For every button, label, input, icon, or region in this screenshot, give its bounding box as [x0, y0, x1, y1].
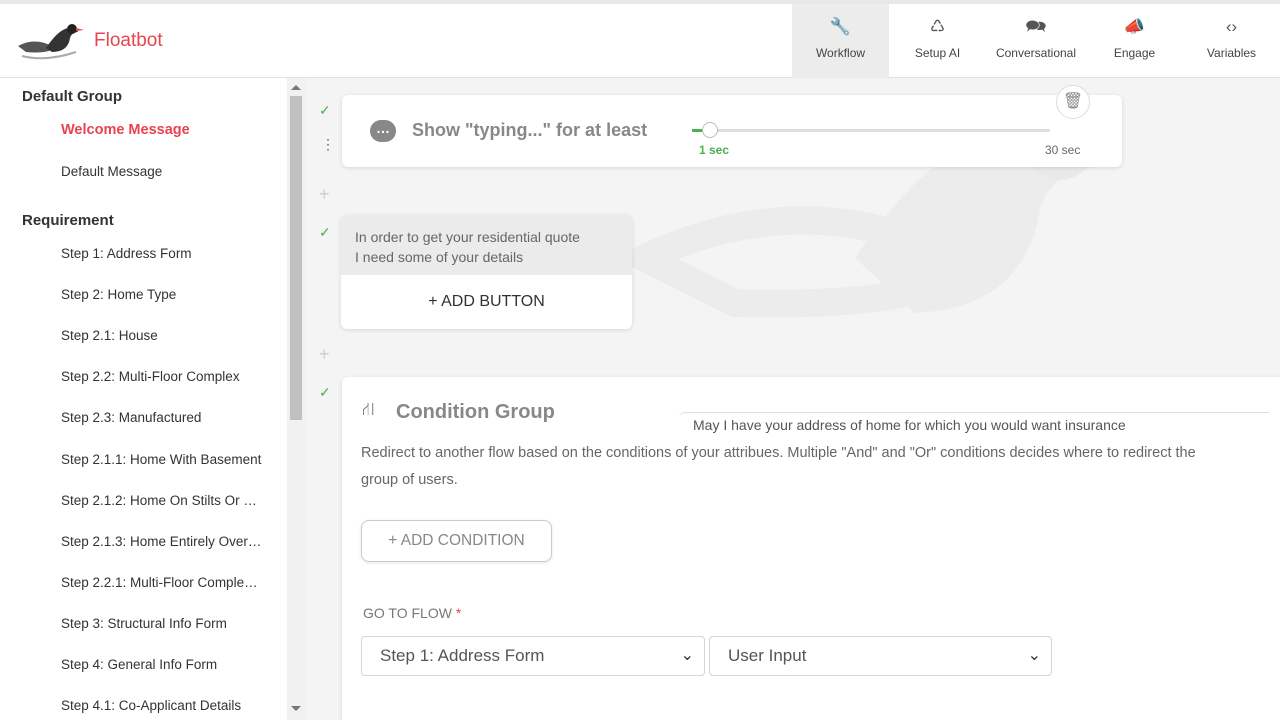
nav-label: Variables — [1206, 46, 1257, 60]
message-text[interactable]: In order to get your residential quote I… — [341, 215, 632, 275]
check-icon: ✓ — [319, 224, 331, 240]
sidebar-item[interactable]: Step 2: Home Type — [61, 287, 176, 302]
sidebar-item[interactable]: Step 2.1.1: Home With Basement — [61, 452, 261, 467]
nav-label: Setup AI — [914, 46, 961, 60]
flow-select[interactable]: Step 1: Address Form ⌄ — [361, 636, 705, 676]
code-icon: ‹› — [1225, 17, 1238, 36]
typing-dots-icon: … — [370, 120, 396, 142]
workflow-canvas: Floatbot R ✓ ⋮ + ✓ + ✓ … Show "typing...… — [305, 78, 1280, 720]
sidebar-item[interactable]: Step 2.2.1: Multi-Floor Comple… — [61, 575, 258, 590]
chevron-down-icon: ⌄ — [680, 647, 694, 664]
sidebar-item[interactable]: Step 2.3: Manufactured — [61, 410, 201, 425]
wrench-icon: 🔧 — [829, 17, 852, 36]
add-condition-button[interactable]: + ADD CONDITION — [361, 520, 552, 562]
input-select[interactable]: User Input ⌄ — [709, 636, 1052, 676]
scroll-down-arrow-icon[interactable] — [291, 706, 301, 711]
next-message-card[interactable]: May I have your address of home for whic… — [679, 412, 1269, 438]
chevron-down-icon: ⌄ — [1027, 647, 1041, 664]
flow-sidebar: Default Group Welcome Message Default Me… — [0, 78, 287, 720]
nav-conversational[interactable]: 🗪 Conversational — [986, 4, 1086, 78]
floatbot-logo[interactable] — [16, 18, 86, 62]
sidebar-item[interactable]: Step 2.1.2: Home On Stilts Or … — [61, 493, 257, 508]
nav-label: Engage — [1113, 46, 1156, 60]
nav-setup-ai[interactable]: ♺ Setup AI — [889, 4, 986, 78]
message-line: In order to get your residential quote — [355, 229, 580, 245]
go-to-flow-text: GO TO FLOW — [363, 605, 452, 621]
condition-description: Redirect to another flow based on the co… — [361, 445, 1196, 461]
flow-select-value: Step 1: Address Form — [380, 646, 545, 665]
nav-workflow[interactable]: 🔧 Workflow — [792, 4, 889, 78]
add-button[interactable]: + ADD BUTTON — [341, 275, 632, 329]
branch-icon: ⛙ — [362, 399, 375, 419]
add-step-plus-icon[interactable]: + — [319, 184, 330, 205]
scroll-up-arrow-icon[interactable] — [291, 85, 301, 90]
chat-icon: 🗪 — [1025, 17, 1047, 36]
sidebar-item[interactable]: Step 1: Address Form — [61, 246, 192, 261]
condition-description: group of users. — [361, 472, 458, 488]
sidebar-item[interactable]: Step 2.2: Multi-Floor Complex — [61, 369, 240, 384]
condition-title: Condition Group — [396, 401, 555, 423]
typing-label: Show "typing..." for at least — [412, 120, 648, 140]
message-line: I need some of your details — [355, 249, 524, 265]
required-mark: * — [455, 605, 462, 621]
add-step-plus-icon[interactable]: + — [319, 344, 330, 365]
sidebar-item[interactable]: Step 2.1: House — [61, 328, 158, 343]
megaphone-icon: 📣 — [1123, 17, 1146, 36]
main-nav: 🔧 Workflow ♺ Setup AI 🗪 Conversational 📣… — [792, 4, 1280, 78]
sidebar-item-default-message[interactable]: Default Message — [61, 164, 162, 179]
sidebar-scrollbar[interactable] — [287, 78, 305, 720]
check-icon: ✓ — [319, 102, 331, 118]
nav-engage[interactable]: 📣 Engage — [1086, 4, 1183, 78]
sidebar-item[interactable]: Step 4.1: Co-Applicant Details — [61, 698, 241, 713]
slider-max-label: 30 sec — [1045, 143, 1081, 157]
message-card: In order to get your residential quote I… — [341, 215, 632, 329]
brain-icon: ♺ — [929, 17, 946, 36]
slider-min-label: 1 sec — [699, 143, 730, 157]
check-icon: ✓ — [319, 384, 331, 400]
scroll-thumb[interactable] — [290, 96, 302, 420]
drag-handle-icon[interactable]: ⋮ — [321, 136, 335, 153]
sidebar-item-welcome-message[interactable]: Welcome Message — [61, 122, 190, 138]
app-header: Floatbot 🔧 Workflow ♺ Setup AI 🗪 Convers… — [0, 0, 1280, 78]
input-select-value: User Input — [728, 646, 807, 665]
nav-label: Conversational — [995, 46, 1077, 60]
nav-variables[interactable]: ‹› Variables — [1183, 4, 1280, 78]
slider-thumb[interactable] — [702, 122, 718, 138]
group-title[interactable]: Requirement — [22, 212, 114, 229]
typing-delay-card: … Show "typing..." for at least 1 sec 30… — [342, 85, 1122, 167]
sidebar-item[interactable]: Step 4: General Info Form — [61, 657, 217, 672]
sidebar-item[interactable]: Step 3: Structural Info Form — [61, 616, 227, 631]
go-to-flow-label: GO TO FLOW * — [363, 605, 461, 621]
sidebar-item[interactable]: Step 2.1.3: Home Entirely Over… — [61, 534, 261, 549]
typing-slider[interactable] — [692, 122, 1050, 138]
group-title[interactable]: Default Group — [22, 88, 122, 105]
brand-name[interactable]: Floatbot — [94, 30, 163, 52]
nav-label: Workflow — [815, 46, 866, 60]
trash-icon[interactable]: 🗑 — [1056, 85, 1090, 119]
